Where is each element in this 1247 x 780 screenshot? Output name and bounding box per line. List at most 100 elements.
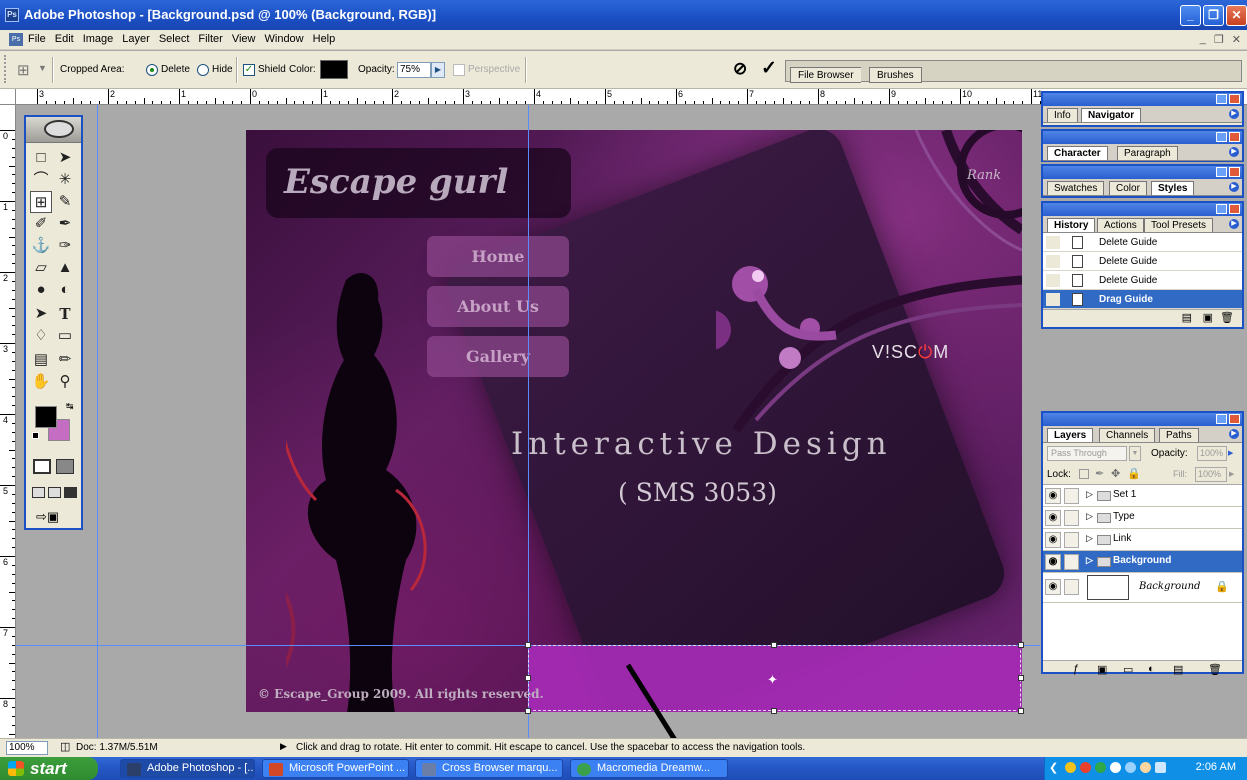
tray-network-icon[interactable] — [1110, 762, 1121, 773]
layer-row[interactable]: ◉ Background 🔒 — [1043, 573, 1242, 603]
shield-color-swatch[interactable] — [320, 60, 348, 79]
full-screen-menu-mode-icon[interactable] — [48, 487, 61, 498]
notes-tool-icon[interactable]: ▤ — [30, 349, 52, 371]
menu-edit[interactable]: Edit — [55, 33, 74, 45]
maximize-button[interactable]: ❐ — [1203, 5, 1224, 26]
opacity-field[interactable]: 75% — [397, 62, 431, 78]
tab-actions[interactable]: Actions — [1097, 218, 1144, 232]
menu-layer[interactable]: Layer — [122, 33, 150, 45]
doc-minimize-button[interactable]: _ — [1200, 33, 1206, 46]
layer-row[interactable]: ◉ ▷ Set 1 — [1043, 485, 1242, 507]
tab-navigator[interactable]: Navigator — [1081, 108, 1142, 122]
palette-minimize-button[interactable] — [1216, 414, 1227, 424]
expand-triangle-icon[interactable]: ▷ — [1086, 511, 1093, 522]
tray-volume-icon[interactable] — [1125, 762, 1136, 773]
palette-close-button[interactable] — [1229, 167, 1240, 177]
crop-tool-icon[interactable]: ⊞ — [30, 191, 52, 213]
eyedropper-tool-icon[interactable]: ✏ — [54, 349, 76, 371]
status-menu-arrow-icon[interactable]: ▶ — [280, 741, 287, 752]
blend-mode-dropdown-icon[interactable]: ▼ — [1129, 446, 1141, 461]
layer-row-selected[interactable]: ◉ ▷ Background — [1043, 551, 1242, 573]
layer-link-slot[interactable] — [1064, 488, 1079, 504]
tab-channels[interactable]: Channels — [1099, 428, 1156, 442]
zoom-field[interactable]: 100% — [6, 741, 48, 755]
hide-radio[interactable] — [197, 64, 209, 76]
tray-app-icon[interactable] — [1080, 762, 1091, 773]
crop-handle[interactable] — [525, 675, 531, 681]
slice-tool-icon[interactable]: ✎ — [54, 191, 76, 213]
tray-app-icon[interactable] — [1140, 762, 1151, 773]
document-icon[interactable]: Ps — [9, 33, 23, 46]
history-brush-tool-icon[interactable]: ✑ — [54, 235, 76, 257]
healing-brush-tool-icon[interactable]: ✐ — [30, 213, 52, 235]
jump-to-imageready-icon[interactable]: ⇨▣ — [36, 509, 59, 525]
blur-tool-icon[interactable]: ● — [30, 279, 52, 301]
doc-close-button[interactable]: ✕ — [1232, 33, 1241, 46]
marquee-tool-icon[interactable]: □ — [30, 147, 52, 169]
palette-minimize-button[interactable] — [1216, 204, 1227, 214]
eye-feather-icon[interactable] — [44, 120, 74, 138]
add-mask-icon[interactable]: ▣ — [1097, 663, 1107, 676]
pen-tool-icon[interactable]: ♢ — [30, 325, 52, 347]
delete-radio[interactable] — [146, 64, 158, 76]
opacity-slider-arrow-icon[interactable]: ▶ — [431, 62, 445, 78]
menu-image[interactable]: Image — [83, 33, 114, 45]
character-palette-header[interactable] — [1043, 131, 1242, 144]
default-colors-icon[interactable] — [32, 432, 39, 439]
palette-minimize-button[interactable] — [1216, 94, 1227, 104]
tray-app-icon[interactable] — [1095, 762, 1106, 773]
shape-tool-icon[interactable]: ▭ — [54, 325, 76, 347]
eraser-tool-icon[interactable]: ▱ — [30, 257, 52, 279]
history-item[interactable]: Delete Guide — [1043, 252, 1242, 271]
tab-color[interactable]: Color — [1109, 181, 1147, 195]
vertical-ruler[interactable]: 0 1 2 3 4 5 6 7 8 — [0, 105, 16, 745]
layer-link-slot[interactable] — [1064, 532, 1079, 548]
history-item[interactable]: Delete Guide — [1043, 233, 1242, 252]
tray-messenger-icon[interactable] — [1065, 762, 1076, 773]
perspective-checkbox[interactable] — [453, 64, 465, 76]
path-selection-tool-icon[interactable]: ➤ — [30, 303, 52, 325]
doc-restore-button[interactable]: ❐ — [1214, 33, 1224, 46]
expand-triangle-icon[interactable]: ▷ — [1086, 533, 1093, 544]
taskbar-item-photoshop[interactable]: Adobe Photoshop - [... — [120, 759, 255, 778]
crop-tool-preset-icon[interactable]: ⊞ — [17, 61, 30, 79]
history-item-selected[interactable]: Drag Guide — [1043, 290, 1242, 309]
close-button[interactable]: ✕ — [1226, 5, 1247, 26]
tab-paths[interactable]: Paths — [1159, 428, 1199, 442]
blend-mode-select[interactable]: Pass Through — [1047, 446, 1127, 461]
tray-display-icon[interactable] — [1155, 762, 1166, 773]
layer-row[interactable]: ◉ ▷ Type — [1043, 507, 1242, 529]
standard-mode-icon[interactable] — [33, 459, 51, 474]
lasso-tool-icon[interactable]: ⌒ — [30, 169, 52, 191]
crop-handle[interactable] — [525, 708, 531, 714]
standard-screen-mode-icon[interactable] — [32, 487, 45, 498]
new-document-from-state-icon[interactable]: ▤ — [1182, 311, 1192, 324]
minimize-button[interactable]: _ — [1180, 5, 1201, 26]
menu-file[interactable]: File — [28, 33, 46, 45]
layer-row[interactable]: ◉ ▷ Link — [1043, 529, 1242, 551]
adjustment-layer-icon[interactable]: ◐ — [1148, 663, 1155, 675]
fill-slider-icon[interactable]: ▶ — [1229, 467, 1234, 482]
tab-character[interactable]: Character — [1047, 146, 1108, 160]
magic-wand-tool-icon[interactable]: ✳ — [54, 169, 76, 191]
new-snapshot-icon[interactable]: ▣ — [1203, 311, 1213, 324]
ruler-origin[interactable] — [0, 89, 16, 105]
layers-palette-header[interactable] — [1043, 413, 1242, 426]
layer-link-slot[interactable] — [1064, 510, 1079, 526]
history-palette-header[interactable] — [1043, 203, 1242, 216]
navigator-palette-header[interactable] — [1043, 93, 1242, 106]
start-button[interactable]: start — [0, 757, 98, 780]
layer-link-slot[interactable] — [1064, 554, 1079, 570]
commit-crop-icon[interactable]: ✓ — [761, 57, 777, 80]
type-tool-icon[interactable]: T — [54, 303, 76, 325]
palette-minimize-button[interactable] — [1216, 167, 1227, 177]
crop-handle[interactable] — [771, 708, 777, 714]
zoom-tool-icon[interactable]: ⚲ — [54, 371, 76, 393]
taskbar-item-powerpoint[interactable]: Microsoft PowerPoint ... — [262, 759, 409, 778]
palette-menu-arrow-icon[interactable]: ▶ — [1229, 429, 1239, 439]
layer-link-slot[interactable] — [1064, 579, 1079, 595]
menu-help[interactable]: Help — [313, 33, 336, 45]
new-layer-icon[interactable]: ▤ — [1173, 663, 1183, 676]
palette-menu-arrow-icon[interactable]: ▶ — [1229, 147, 1239, 157]
brush-tool-icon[interactable]: ✒ — [54, 213, 76, 235]
